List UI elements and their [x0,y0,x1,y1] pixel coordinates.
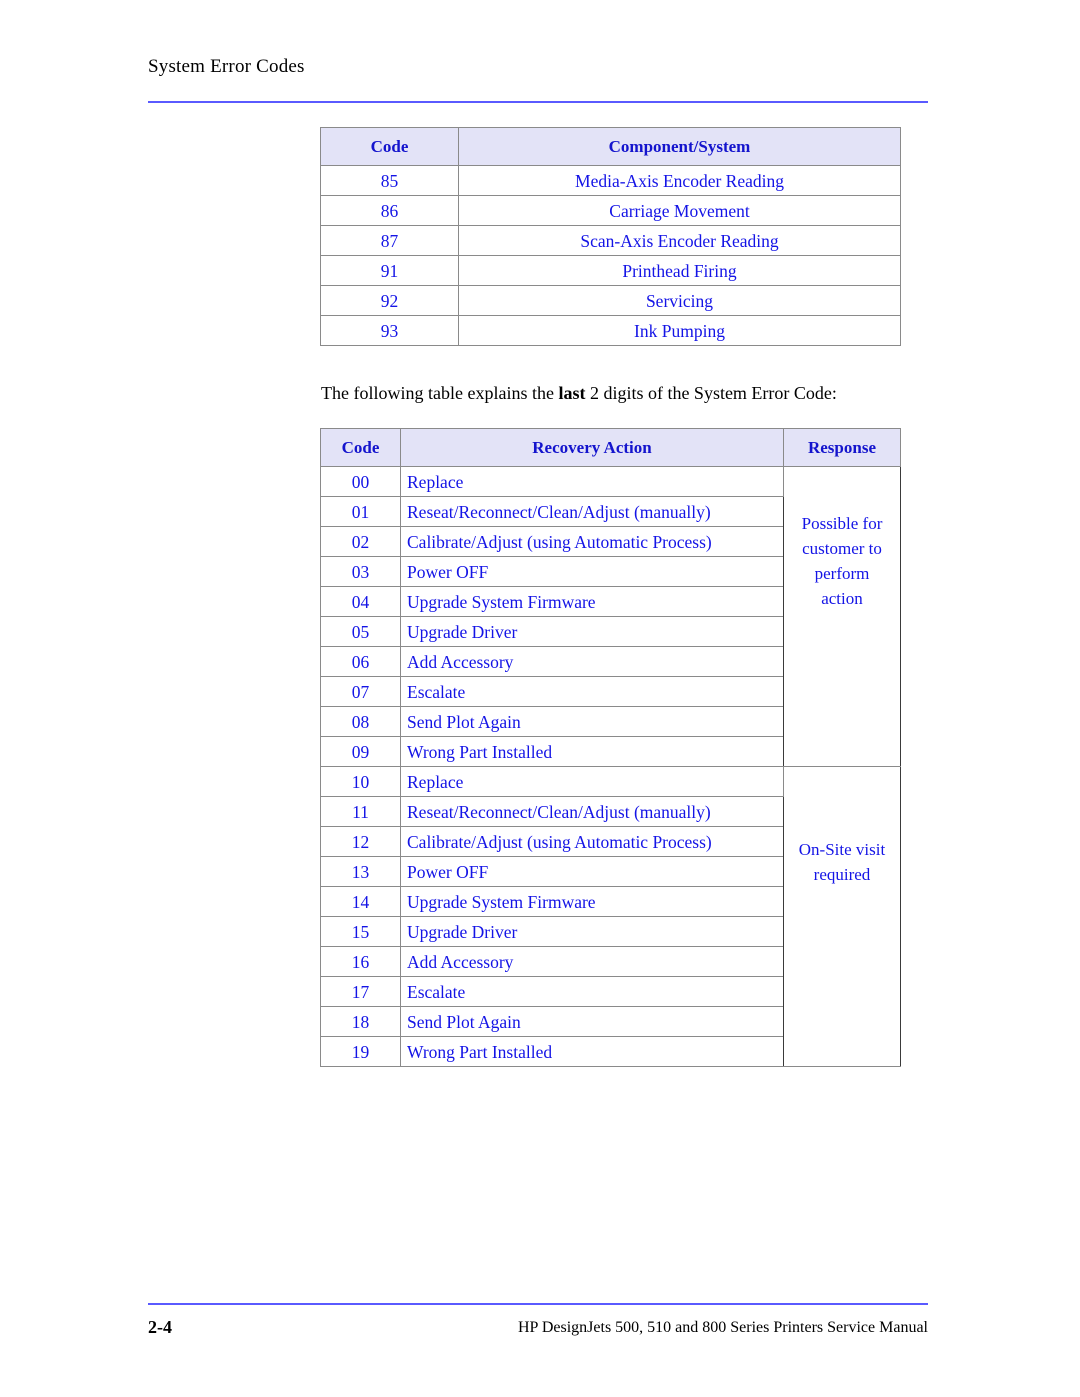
cell-code: 13 [320,856,401,887]
page-header: System Error Codes [148,55,928,79]
intro-paragraph: The following table explains the last 2 … [321,381,921,405]
cell-code: 14 [320,886,401,917]
cell-code: 11 [320,796,401,827]
column-header-component: Component/System [458,127,901,166]
cell-response-group: Possible for customer to perform action [783,466,901,767]
recovery-action-table: Code Recovery Action Response 00 Replace… [320,428,901,1067]
cell-code: 00 [320,466,401,497]
cell-recovery-action: Replace [400,766,784,797]
cell-recovery-action: Reseat/Reconnect/Clean/Adjust (manually) [400,496,784,527]
cell-code: 07 [320,676,401,707]
table-row: 00 Replace Possible for customer to perf… [320,466,901,767]
cell-recovery-action: Replace [400,466,784,497]
cell-recovery-action: Power OFF [400,856,784,887]
cell-code: 04 [320,586,401,617]
cell-component: Media-Axis Encoder Reading [458,165,901,196]
cell-code: 93 [320,315,459,346]
page-number: 2-4 [148,1317,172,1337]
cell-recovery-action: Escalate [400,976,784,1007]
column-header-code: Code [320,428,401,467]
cell-code: 87 [320,225,459,256]
cell-code: 16 [320,946,401,977]
cell-component: Printhead Firing [458,255,901,286]
cell-recovery-action: Power OFF [400,556,784,587]
intro-text-emphasis: last [558,383,586,403]
cell-component: Scan-Axis Encoder Reading [458,225,901,256]
cell-code: 17 [320,976,401,1007]
cell-recovery-action: Escalate [400,676,784,707]
cell-component: Servicing [458,285,901,316]
table-row: 91 Printhead Firing [320,255,901,286]
cell-code: 18 [320,1006,401,1037]
table-row: 92 Servicing [320,285,901,316]
cell-code: 06 [320,646,401,677]
cell-code: 12 [320,826,401,857]
cell-component: Ink Pumping [458,315,901,346]
cell-recovery-action: Add Accessory [400,646,784,677]
cell-recovery-action: Upgrade Driver [400,916,784,947]
table-header-row: Code Recovery Action Response [320,428,901,467]
cell-recovery-action: Reseat/Reconnect/Clean/Adjust (manually) [400,796,784,827]
cell-code: 19 [320,1036,401,1067]
response-group-label: On-Site visit required [798,840,886,884]
manual-title: HP DesignJets 500, 510 and 800 Series Pr… [517,1319,928,1336]
cell-response-group: On-Site visit required [783,766,901,1067]
cell-recovery-action: Upgrade System Firmware [400,886,784,917]
cell-code: 91 [320,255,459,286]
column-header-response: Response [783,428,901,467]
cell-code: 15 [320,916,401,947]
cell-code: 01 [320,496,401,527]
cell-code: 85 [320,165,459,196]
table-row: 87 Scan-Axis Encoder Reading [320,225,901,256]
cell-code: 03 [320,556,401,587]
cell-code: 02 [320,526,401,557]
cell-recovery-action: Add Accessory [400,946,784,977]
cell-recovery-action: Send Plot Again [400,706,784,737]
cell-recovery-action: Calibrate/Adjust (using Automatic Proces… [400,526,784,557]
cell-code: 05 [320,616,401,647]
document-page: System Error Codes Code Component/System… [0,0,1080,1397]
cell-recovery-action: Upgrade System Firmware [400,586,784,617]
component-system-table: Code Component/System 85 Media-Axis Enco… [320,127,901,346]
response-group-label: Possible for customer to perform action [801,514,883,608]
column-header-code: Code [320,127,459,166]
page-title: System Error Codes [148,56,305,77]
cell-recovery-action: Send Plot Again [400,1006,784,1037]
cell-code: 08 [320,706,401,737]
cell-recovery-action: Upgrade Driver [400,616,784,647]
intro-text-after: 2 digits of the System Error Code: [585,383,837,403]
page-footer: 2-4 HP DesignJets 500, 510 and 800 Serie… [148,1317,928,1343]
cell-component: Carriage Movement [458,195,901,226]
footer-divider [148,1303,928,1305]
table-row: 10 Replace On-Site visit required [320,766,901,1067]
cell-code: 92 [320,285,459,316]
header-divider [148,101,928,103]
table-header-row: Code Component/System [320,127,901,166]
cell-recovery-action: Calibrate/Adjust (using Automatic Proces… [400,826,784,857]
cell-recovery-action: Wrong Part Installed [400,736,784,767]
table-row: 85 Media-Axis Encoder Reading [320,165,901,196]
cell-code: 09 [320,736,401,767]
cell-code: 10 [320,766,401,797]
intro-text-before: The following table explains the [321,383,559,403]
column-header-recovery-action: Recovery Action [400,428,784,467]
table-row: 93 Ink Pumping [320,315,901,346]
table-row: 86 Carriage Movement [320,195,901,226]
cell-code: 86 [320,195,459,226]
cell-recovery-action: Wrong Part Installed [400,1036,784,1067]
